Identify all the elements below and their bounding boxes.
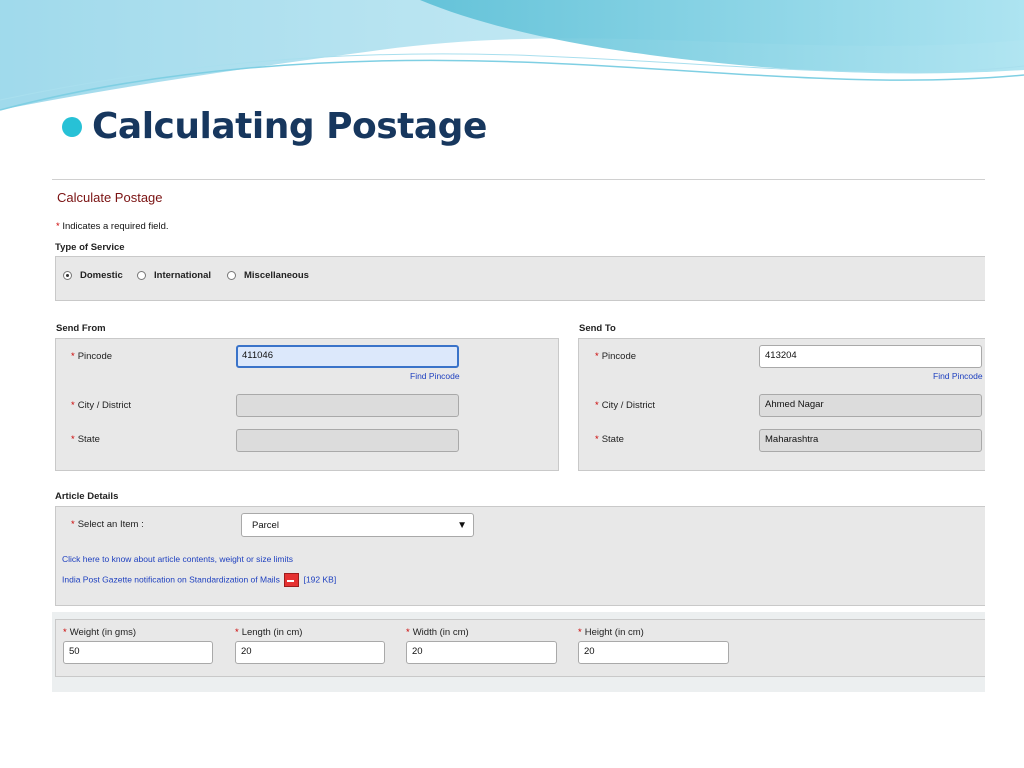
pdf-icon[interactable] (284, 573, 300, 587)
to-city-label-text: City / District (601, 400, 656, 411)
gazette-file-size: [192 KB] (303, 574, 337, 585)
radio-domestic[interactable]: Domestic (63, 270, 123, 281)
required-star: * (56, 221, 60, 232)
to-pincode-input[interactable]: 413204 (759, 345, 982, 368)
height-input[interactable]: 20 (578, 641, 729, 664)
required-star: * (235, 627, 239, 638)
article-details-label: Article Details (55, 491, 119, 502)
radio-international[interactable]: International (137, 270, 211, 281)
to-find-pincode-link[interactable]: Find Pincode (933, 371, 983, 381)
from-city-label-text: City / District (77, 400, 132, 411)
from-state-label-text: State (77, 434, 100, 445)
from-city-input[interactable] (236, 394, 459, 417)
required-note: * Indicates a required field. (56, 221, 169, 232)
radio-miscellaneous[interactable]: Miscellaneous (227, 270, 309, 281)
length-label-text: Length (in cm) (241, 627, 303, 638)
length-input[interactable]: 20 (235, 641, 385, 664)
to-state-input[interactable]: Maharashtra (759, 429, 982, 452)
to-city-input[interactable]: Ahmed Nagar (759, 394, 982, 417)
required-star: * (71, 434, 75, 445)
radio-icon (137, 271, 146, 280)
radio-miscellaneous-label: Miscellaneous (244, 270, 309, 281)
height-label: * Height (in cm) (578, 627, 644, 638)
from-pincode-input[interactable]: 411046 (236, 345, 459, 368)
to-state-label: * State (595, 434, 624, 445)
from-city-label: * City / District (71, 400, 131, 411)
from-pincode-label-text: Pincode (77, 351, 113, 362)
from-pincode-label: * Pincode (71, 351, 112, 362)
bullet-dot-icon (62, 116, 82, 137)
required-star: * (578, 627, 582, 638)
send-to-label: Send To (579, 323, 616, 334)
article-limits-link[interactable]: Click here to know about article content… (62, 554, 293, 564)
required-star: * (63, 627, 67, 638)
required-star: * (71, 400, 75, 411)
weight-label: * Weight (in gms) (63, 627, 136, 638)
required-star: * (595, 351, 599, 362)
to-pincode-label-text: Pincode (601, 351, 637, 362)
gazette-notification-link[interactable]: India Post Gazette notification on Stand… (62, 574, 280, 584)
width-input[interactable]: 20 (406, 641, 557, 664)
width-label: * Width (in cm) (406, 627, 469, 638)
weight-input[interactable]: 50 (63, 641, 213, 664)
gazette-link-row: India Post Gazette notification on Stand… (62, 573, 336, 587)
to-state-label-text: State (601, 434, 624, 445)
item-select-label: * Select an Item : (71, 519, 144, 530)
required-star: * (71, 519, 75, 530)
slide-title: Calculating Postage (92, 106, 487, 147)
radio-icon (63, 271, 72, 280)
item-select-dropdown[interactable]: Parcel ▼ (241, 513, 474, 537)
length-label: * Length (in cm) (235, 627, 302, 638)
service-type-label: Type of Service (55, 242, 125, 253)
item-select-label-text: Select an Item : (77, 519, 144, 530)
item-select-value: Parcel (252, 519, 279, 531)
radio-international-label: International (154, 270, 212, 281)
dropdown-arrow-icon: ▼ (457, 519, 467, 531)
required-star: * (71, 351, 75, 362)
required-star: * (406, 627, 410, 638)
slide-title-row: Calculating Postage (62, 106, 487, 147)
height-label-text: Height (in cm) (584, 627, 644, 638)
from-find-pincode-link[interactable]: Find Pincode (410, 371, 460, 381)
radio-icon (227, 271, 236, 280)
to-city-label: * City / District (595, 400, 655, 411)
from-state-input[interactable] (236, 429, 459, 452)
width-label-text: Width (in cm) (412, 627, 469, 638)
weight-label-text: Weight (in gms) (69, 627, 137, 638)
radio-domestic-label: Domestic (80, 270, 123, 281)
required-note-text: Indicates a required field. (62, 221, 169, 232)
required-star: * (595, 400, 599, 411)
from-state-label: * State (71, 434, 100, 445)
postage-form-screenshot: Calculate Postage * Indicates a required… (52, 179, 985, 692)
to-pincode-label: * Pincode (595, 351, 636, 362)
required-star: * (595, 434, 599, 445)
send-from-label: Send From (56, 323, 106, 334)
form-title: Calculate Postage (57, 190, 163, 205)
